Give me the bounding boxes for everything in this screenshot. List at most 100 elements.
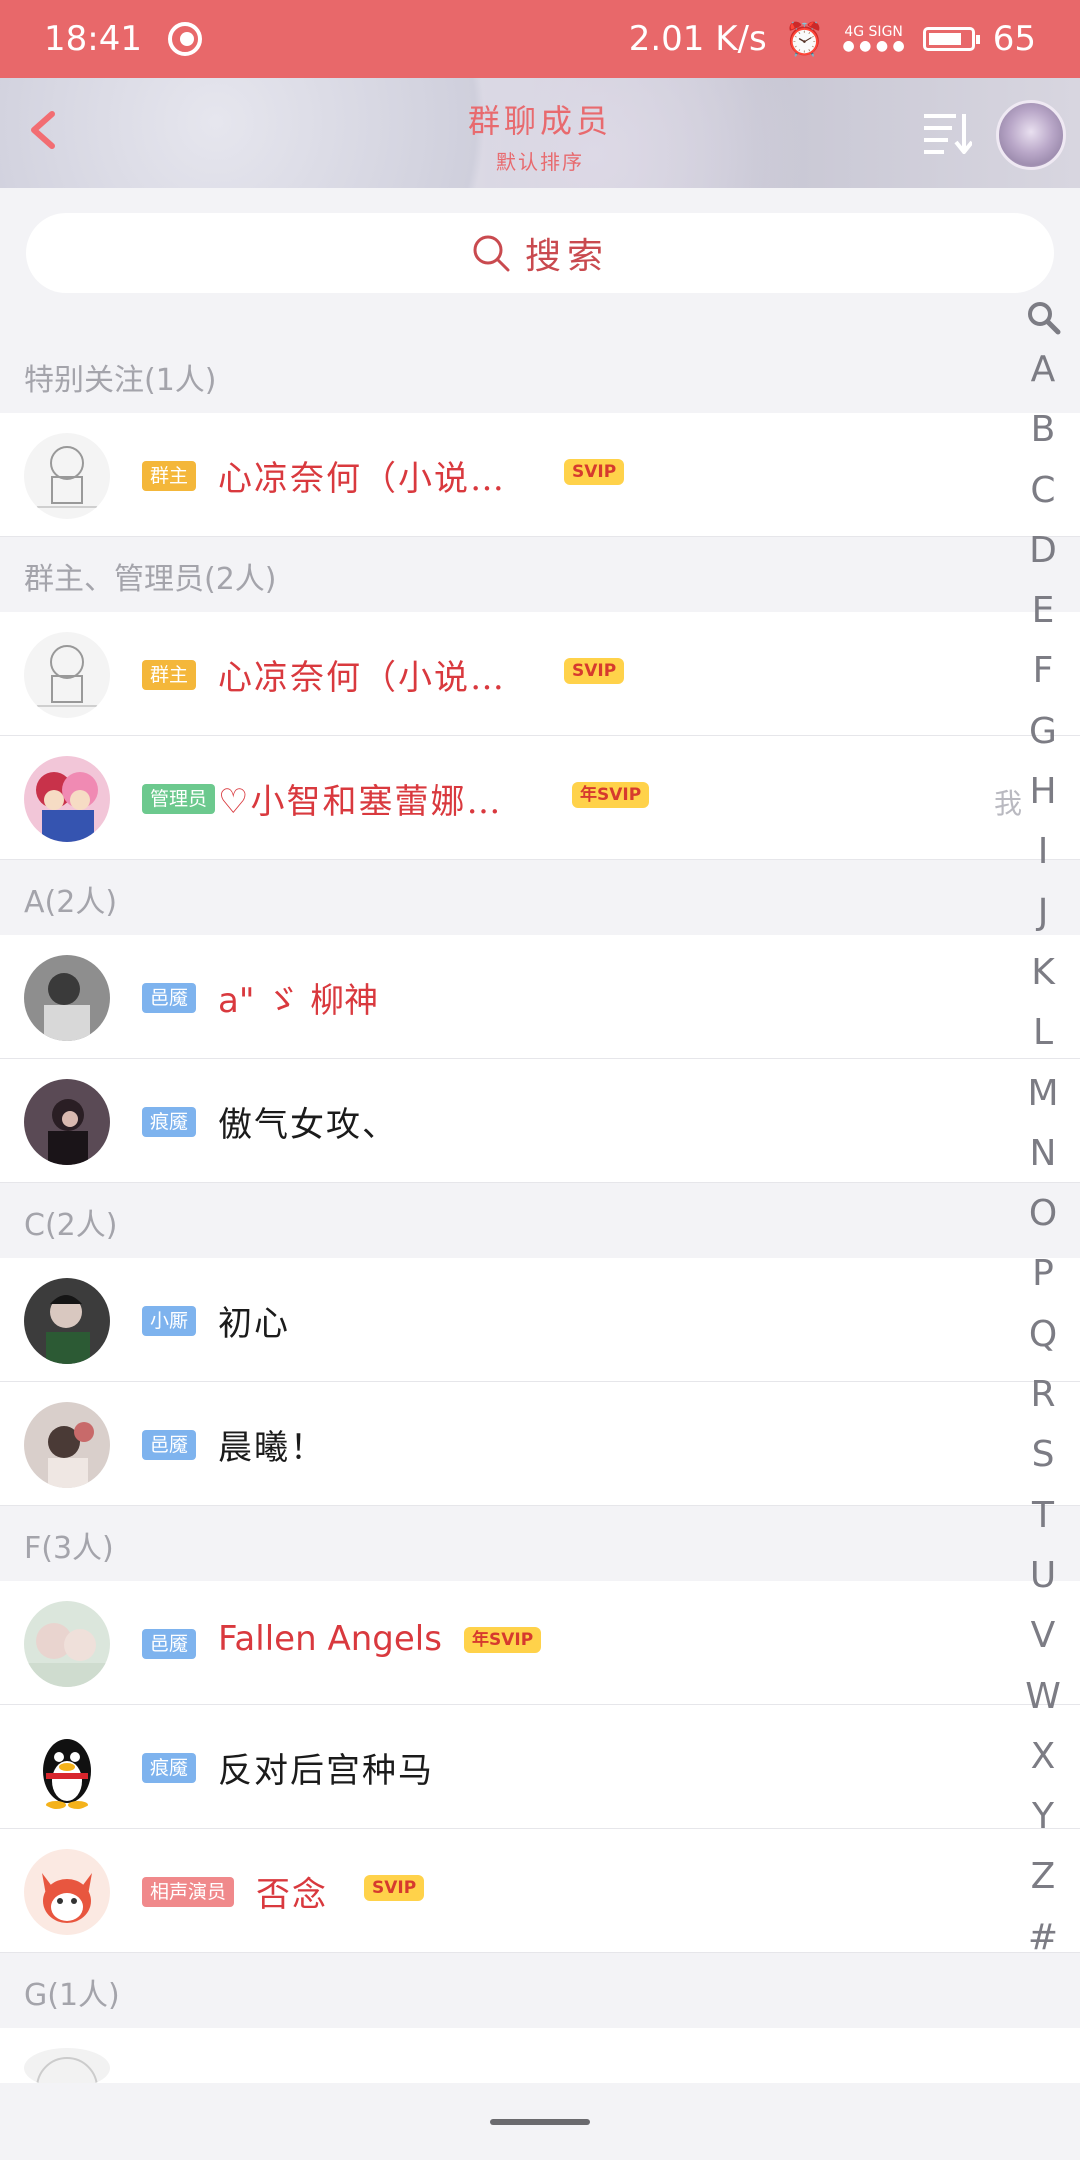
- index-letter[interactable]: T: [1020, 1486, 1066, 1546]
- member-row[interactable]: 邑魇 a" ゞ 柳神: [0, 935, 1080, 1059]
- index-letter[interactable]: M: [1020, 1064, 1066, 1124]
- status-time: 18:41: [44, 19, 142, 59]
- section-header: F(3人): [24, 1531, 114, 1566]
- index-letter[interactable]: R: [1020, 1365, 1066, 1425]
- page-subtitle: 默认排序: [496, 150, 584, 174]
- index-letter[interactable]: U: [1020, 1546, 1066, 1606]
- section-header: 群主、管理员(2人): [24, 562, 277, 597]
- bottom-bar: [0, 2083, 1080, 2160]
- index-letters: A B C D E F G H I J K L M N O P Q R S T U V W X Y Z #: [1020, 340, 1066, 1968]
- index-letter[interactable]: Y: [1020, 1787, 1066, 1847]
- role-badge: 管理员: [142, 784, 216, 814]
- vip-badge: SVIP: [364, 1875, 425, 1901]
- network-speed: 2.01 K/s: [628, 19, 767, 59]
- role-badge: 小厮: [142, 1306, 197, 1336]
- search-placeholder: 搜索: [524, 236, 609, 277]
- vip-badge: 年SVIP: [464, 1627, 542, 1653]
- role-badge: 群主: [142, 660, 197, 690]
- signal-icon: 4G SIGN ● ● ● ●: [842, 24, 905, 54]
- member-name: a" ゞ 柳神: [218, 981, 379, 1021]
- member-name: 初心: [218, 1304, 290, 1344]
- member-list: 特别关注(1人) 群主 心凉奈何（小说… SVIP 群主、管理员(2人) 群主 …: [0, 338, 1080, 2088]
- self-tag: 我: [994, 787, 1023, 820]
- avatar: [24, 1079, 110, 1165]
- member-row[interactable]: 邑魇 晨曦！: [0, 1382, 1080, 1506]
- role-badge: 邑魇: [142, 1629, 197, 1659]
- avatar: [24, 1402, 110, 1488]
- avatar: [24, 955, 110, 1041]
- section-header: A(2人): [24, 885, 118, 920]
- role-badge: 痕魇: [142, 1107, 197, 1137]
- index-letter[interactable]: F: [1020, 641, 1066, 701]
- avatar: [24, 756, 110, 842]
- avatar: [24, 433, 110, 519]
- vip-badge: SVIP: [564, 658, 625, 684]
- member-row[interactable]: 痕魇 反对后宫种马: [0, 1705, 1080, 1829]
- section-header: 特别关注(1人): [24, 363, 217, 398]
- role-badge: 群主: [142, 461, 197, 491]
- index-letter[interactable]: Q: [1020, 1305, 1066, 1365]
- index-letter[interactable]: O: [1020, 1184, 1066, 1244]
- alarm-icon: ⏰: [784, 20, 825, 58]
- vip-badge: 年SVIP: [572, 782, 650, 808]
- group-avatar-icon[interactable]: [996, 100, 1066, 170]
- vip-badge: SVIP: [564, 459, 625, 485]
- index-letter[interactable]: P: [1020, 1244, 1066, 1304]
- header-bar: 群聊成员 默认排序: [0, 78, 1080, 188]
- signal-label: 4G SIGN: [844, 24, 903, 40]
- index-letter[interactable]: L: [1020, 1003, 1066, 1063]
- index-letter[interactable]: N: [1020, 1124, 1066, 1184]
- index-letter[interactable]: K: [1020, 943, 1066, 1003]
- index-letter[interactable]: I: [1020, 822, 1066, 882]
- index-letter[interactable]: B: [1020, 400, 1066, 460]
- index-letter[interactable]: S: [1020, 1425, 1066, 1485]
- member-name: 心凉奈何（小说…: [218, 658, 506, 698]
- avatar: [24, 1725, 110, 1811]
- role-badge: 邑魇: [142, 983, 197, 1013]
- member-row[interactable]: 邑魇 Fallen Angels 年SVIP: [0, 1581, 1080, 1705]
- member-row[interactable]: 小厮 初心: [0, 1258, 1080, 1382]
- member-row[interactable]: 群主 心凉奈何（小说… SVIP: [0, 612, 1080, 736]
- member-name: ♡小智和塞蕾娜…: [218, 782, 503, 822]
- index-letter[interactable]: #: [1020, 1908, 1066, 1968]
- member-name: 心凉奈何（小说…: [218, 459, 506, 499]
- role-badge: 痕魇: [142, 1753, 197, 1783]
- member-name: 晨曦！: [218, 1428, 326, 1468]
- index-letter[interactable]: A: [1020, 340, 1066, 400]
- page-title: 群聊成员: [467, 102, 612, 140]
- index-letter[interactable]: E: [1020, 581, 1066, 641]
- search-bar[interactable]: 搜索: [26, 213, 1054, 293]
- home-indicator[interactable]: [490, 2119, 590, 2125]
- index-letter[interactable]: G: [1020, 702, 1066, 762]
- sort-icon: [924, 114, 974, 156]
- battery-level: 65: [992, 19, 1036, 59]
- member-name: Fallen Angels: [218, 1619, 442, 1659]
- alphabet-index[interactable]: A B C D E F G H I J K L M N O P Q R S T U V W X Y Z #: [1020, 294, 1066, 1968]
- member-row[interactable]: 相声演员 否念 SVIP: [0, 1829, 1080, 1953]
- member-name: 否念: [256, 1875, 328, 1915]
- member-name: 反对后宫种马: [218, 1751, 434, 1791]
- notification-icon: [167, 22, 202, 56]
- status-bar: 18:41 2.01 K/s ⏰ 4G SIGN ● ● ● ● 65: [0, 0, 1080, 78]
- avatar: [24, 1278, 110, 1364]
- index-letter[interactable]: H: [1020, 762, 1066, 822]
- index-letter[interactable]: D: [1020, 521, 1066, 581]
- member-row[interactable]: 群主 心凉奈何（小说… SVIP: [0, 413, 1080, 537]
- index-letter[interactable]: J: [1020, 883, 1066, 943]
- role-badge: 相声演员: [142, 1877, 235, 1907]
- member-row[interactable]: 管理员 ♡小智和塞蕾娜… 年SVIP 我: [0, 736, 1080, 860]
- sort-button[interactable]: [922, 110, 974, 156]
- member-row[interactable]: 痕魇 傲气女攻、: [0, 1059, 1080, 1183]
- index-letter[interactable]: X: [1020, 1727, 1066, 1787]
- index-letter[interactable]: C: [1020, 461, 1066, 521]
- section-header: C(2人): [24, 1208, 118, 1243]
- index-letter[interactable]: Z: [1020, 1847, 1066, 1907]
- avatar: [24, 1849, 110, 1935]
- index-search-icon[interactable]: [1020, 294, 1066, 340]
- index-letter[interactable]: V: [1020, 1606, 1066, 1666]
- avatar: [24, 1601, 110, 1687]
- section-header: G(1人): [24, 1978, 120, 2013]
- index-letter[interactable]: W: [1020, 1667, 1066, 1727]
- member-row-partial[interactable]: [0, 2028, 1080, 2088]
- avatar: [24, 632, 110, 718]
